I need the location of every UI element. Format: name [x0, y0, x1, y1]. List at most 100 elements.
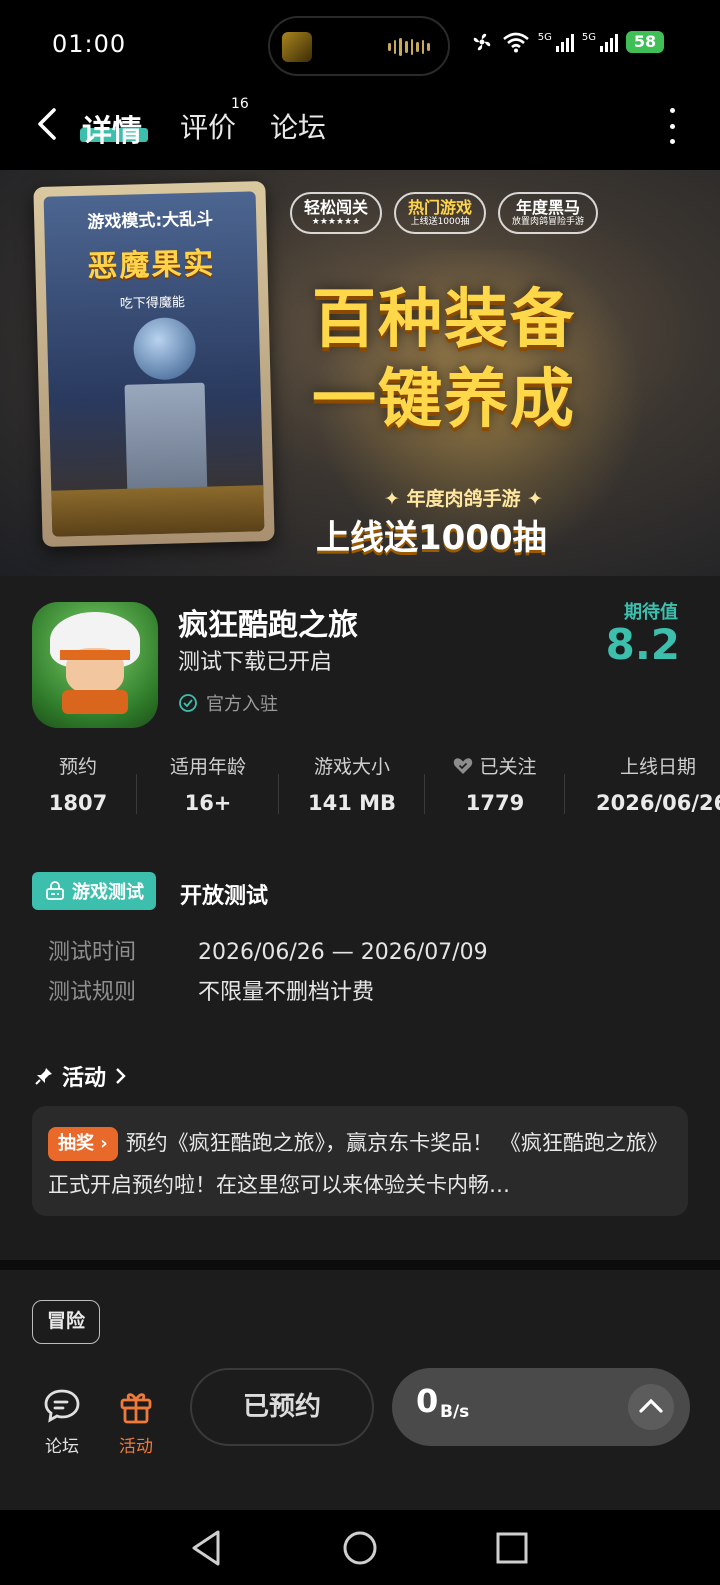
- download-speed-button[interactable]: 0 B/s: [392, 1368, 690, 1446]
- stat-label: 游戏大小: [313, 756, 390, 778]
- speed-value: 0: [416, 1382, 439, 1420]
- stat-label: 已关注: [438, 752, 552, 779]
- battery-icon: 58: [626, 31, 664, 53]
- banner-badge-sub: 上线送1000抽: [410, 216, 470, 227]
- nav-activity[interactable]: 活动: [106, 1388, 166, 1457]
- lottery-tag-label: 抽奖: [58, 1133, 94, 1154]
- check-circle-icon: [179, 694, 197, 712]
- reserved-button[interactable]: 已预约: [190, 1368, 374, 1446]
- stat-size: 游戏大小 141 MB: [298, 752, 406, 815]
- nav-back-icon[interactable]: [188, 1528, 224, 1568]
- banner-badge-title: 轻松闯关: [304, 197, 369, 217]
- stat-label: 适用年龄: [169, 756, 246, 778]
- banner-headline: 百种装备 一键养成: [312, 280, 576, 440]
- test-rule-value: 不限量不删档计费: [198, 980, 375, 1005]
- test-rule-label: 测试规则: [48, 980, 137, 1005]
- stat-reservations: 预约 1807: [38, 752, 118, 815]
- tab-detail[interactable]: 详情: [82, 106, 142, 150]
- stat-follow[interactable]: 已关注 1779: [438, 752, 552, 815]
- system-nav-bar: [0, 1510, 720, 1585]
- expect-score: 8.2: [605, 620, 680, 669]
- genre-tag[interactable]: 冒险: [32, 1300, 101, 1344]
- nav-forum[interactable]: 论坛: [32, 1388, 92, 1457]
- audio-wave-icon: [388, 38, 430, 56]
- activity-heading: 活动: [62, 1066, 107, 1091]
- card-mode-text: 游戏模式:大乱斗: [87, 209, 214, 233]
- nav-activity-label: 活动: [119, 1437, 153, 1457]
- banner-badges: 轻松闯关 ★★★★★★ 热门游戏 上线送1000抽 年度黑马 放置肉鸽冒险手游: [290, 192, 599, 234]
- test-rule-row: 测试规则 不限量不删档计费: [48, 974, 374, 1006]
- signal-icon-2: [600, 32, 618, 52]
- chat-bubble-icon: [44, 1389, 80, 1423]
- activity-text: 预约《疯狂酷跑之旅》，赢京东卡奖品！ 《疯狂酷跑之旅》正式开启预约啦！在这里您可…: [48, 1131, 668, 1197]
- media-thumbnail: [282, 32, 312, 62]
- nav-forum-label: 论坛: [45, 1437, 79, 1457]
- status-bar: 01:00 5G 5G 58: [0, 0, 720, 90]
- tab-forum[interactable]: 论坛: [270, 106, 326, 146]
- dynamic-island[interactable]: [268, 16, 450, 76]
- gamepad-icon: [46, 881, 64, 900]
- lottery-tag[interactable]: 抽奖 ›: [48, 1127, 118, 1161]
- banner-badge: 轻松闯关 ★★★★★★: [290, 192, 383, 234]
- official-badge: 官方入驻: [178, 690, 278, 716]
- stat-value: 1807: [48, 791, 108, 815]
- nav-recents-icon[interactable]: [494, 1530, 530, 1566]
- activity-header[interactable]: 活动: [34, 1060, 128, 1092]
- devil-fruit-image: [132, 316, 197, 381]
- banner-badge-title: 年度黑马: [516, 197, 581, 217]
- speed-unit: B/s: [440, 1402, 470, 1422]
- activity-content: 抽奖 › 预约《疯狂酷跑之旅》，赢京东卡奖品！ 《疯狂酷跑之旅》正式开启预约啦！在…: [48, 1122, 672, 1206]
- more-options-icon[interactable]: [660, 108, 684, 144]
- stat-release-date: 上线日期 2026/06/26: [596, 752, 720, 815]
- network-type-1: 5G: [537, 31, 552, 43]
- network-type-2: 5G: [581, 31, 596, 43]
- banner-headline-line1: 百种装备: [312, 283, 576, 357]
- gift-icon: [120, 1393, 152, 1424]
- stat-value: 1779: [465, 791, 525, 815]
- tab-detail-label: 详情: [82, 114, 142, 149]
- stat-age: 适用年龄 16+: [156, 752, 260, 815]
- banner-badge-sub: 放置肉鸽冒险手游: [512, 216, 585, 227]
- status-time: 01:00: [52, 30, 127, 58]
- heart-check-icon: [454, 758, 473, 774]
- stat-value: 2026/06/26: [596, 791, 720, 815]
- pin-icon: [35, 1068, 52, 1085]
- banner-headline-line2: 一键养成: [312, 363, 576, 437]
- test-badge-label: 游戏测试: [72, 882, 144, 903]
- card-title: 恶魔果实: [86, 246, 216, 285]
- game-info-panel: 疯狂酷跑之旅 测试下载已开启 官方入驻 期待值 8.2 预约 1807 适用年龄…: [0, 576, 720, 1260]
- review-count-badge: 16: [231, 96, 249, 112]
- official-label: 官方入驻: [206, 694, 278, 715]
- battery-level: 58: [633, 32, 657, 51]
- card-subtitle: 吃下得魔能: [119, 295, 186, 312]
- section-divider: [0, 1260, 720, 1270]
- nav-home-icon[interactable]: [340, 1528, 380, 1568]
- stat-label: 预约: [58, 756, 97, 778]
- chevron-right-icon: [116, 1068, 126, 1084]
- stat-value: 16+: [184, 791, 232, 815]
- test-time-label: 测试时间: [48, 940, 137, 965]
- signal-icon-1: [555, 32, 574, 52]
- banner-badge: 年度黑马 放置肉鸽冒险手游: [498, 192, 599, 234]
- pedestal-image: [124, 382, 208, 495]
- expand-button[interactable]: [628, 1384, 674, 1430]
- test-type-badge: 游戏测试: [32, 872, 156, 910]
- chevron-up-icon: [639, 1398, 663, 1413]
- bottom-bar: 冒险 论坛 活动 已预约 0 B/s: [0, 1270, 720, 1510]
- app-name: 疯狂酷跑之旅: [178, 608, 358, 643]
- stat-label: 上线日期: [620, 756, 697, 778]
- tab-review[interactable]: 评价: [180, 106, 236, 146]
- banner-badge-title: 热门游戏: [408, 197, 473, 217]
- promo-banner[interactable]: 游戏模式:大乱斗 恶魔果实 吃下得魔能 轻松闯关 ★★★★★★ 热门游戏 上线送…: [0, 170, 720, 576]
- gold-pile-image: [51, 485, 265, 537]
- stat-value: 141 MB: [307, 791, 397, 815]
- wifi-icon: [502, 32, 529, 53]
- activity-card[interactable]: 抽奖 › 预约《疯狂酷跑之旅》，赢京东卡奖品！ 《疯狂酷跑之旅》正式开启预约啦！在…: [32, 1106, 688, 1216]
- banner-subtitle: ✦ 年度肉鸽手游 ✦: [384, 488, 544, 510]
- banner-badge-sub: ★★★★★★: [311, 216, 361, 227]
- back-icon[interactable]: [28, 104, 68, 144]
- banner-badge: 热门游戏 上线送1000抽: [394, 192, 487, 234]
- test-time-row: 测试时间 2026/06/26 — 2026/07/09: [48, 934, 488, 966]
- top-nav: 详情 评价 16 论坛: [0, 90, 720, 170]
- app-status: 测试下载已开启: [178, 650, 333, 675]
